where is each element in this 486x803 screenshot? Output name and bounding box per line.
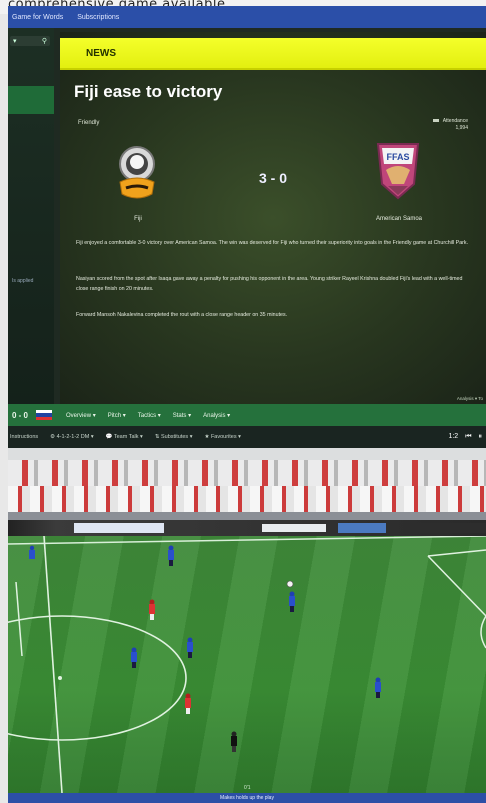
centre-spot	[58, 676, 62, 680]
player-red[interactable]	[149, 599, 155, 621]
ball-icon	[286, 580, 294, 588]
ad-board	[404, 523, 486, 533]
news-section-label: NEWS	[86, 48, 116, 59]
attendance-label: Attendance	[442, 118, 468, 124]
news-paragraph: Forward Mansoh Nakalevina completed the …	[76, 312, 288, 318]
ad-board	[262, 524, 326, 532]
away-team-name: American Samoa	[375, 216, 423, 222]
speed-label[interactable]: 1:2	[448, 433, 458, 441]
sidebar-search[interactable]: ▾ ⚲	[10, 36, 50, 46]
centre-circle	[8, 615, 187, 741]
match-score: 3 - 0	[258, 170, 287, 186]
stadium-stands	[8, 448, 486, 536]
live-score: 0 - 0	[12, 410, 29, 420]
player-blue[interactable]	[29, 545, 35, 559]
penalty-box-line	[427, 549, 486, 557]
player-blue[interactable]	[289, 591, 295, 613]
competition-label: Friendly	[78, 120, 100, 126]
ad-board	[74, 523, 164, 533]
menu-item-subscriptions[interactable]: Subscriptions	[77, 14, 119, 21]
halfway-line	[43, 535, 63, 794]
favourites-label: Favourites ▾	[210, 434, 241, 440]
menu-overview[interactable]: Overview ▾	[66, 412, 96, 419]
team-flag-icon	[36, 410, 53, 420]
chat-icon: 💬	[105, 434, 114, 440]
stadium-roof	[8, 448, 486, 460]
football-pitch[interactable]	[8, 535, 486, 794]
player-blue[interactable]	[168, 545, 174, 567]
news-window: Game for Words Subscriptions ▾ ⚲ Is appl…	[8, 6, 486, 404]
formation-dropdown[interactable]: ⚙ 4-1-2-1-2 DM ▾	[50, 434, 93, 440]
team-talk-button[interactable]: 💬 Team Talk ▾	[106, 434, 143, 440]
home-team-name: Fiji	[134, 216, 142, 222]
attendance-value: 1,994	[455, 125, 468, 131]
substitutes-label: Substitutes ▾	[160, 434, 193, 440]
upper-stand	[8, 460, 486, 486]
advertising-boards	[8, 520, 486, 536]
news-header-bar: NEWS	[60, 38, 486, 70]
player-red[interactable]	[185, 693, 191, 715]
penalty-arc	[480, 615, 486, 649]
menu-analysis[interactable]: Analysis ▾	[203, 412, 230, 419]
favourites-button[interactable]: ★ Favourites ▾	[204, 434, 240, 440]
sidebar: ▾ ⚲ Is applied	[8, 28, 54, 404]
news-panel: NEWS Fiji ease to victory Friendly Atten…	[60, 32, 486, 404]
rewind-icon[interactable]: ⏮	[465, 433, 471, 441]
top-menubar: Game for Words Subscriptions	[8, 6, 486, 28]
match-menubar: 0 - 0 Overview ▾ Pitch ▾ Tactics ▾ Stats…	[8, 404, 486, 426]
playback-controls: 1:2 ⏮ ⏸	[448, 433, 482, 441]
menu-pitch[interactable]: Pitch ▾	[108, 412, 126, 419]
attendance-info: Attendance 1,994	[432, 118, 468, 132]
match-toolbar: Instructions ⚙ 4-1-2-1-2 DM ▾ 💬 Team Tal…	[8, 426, 486, 448]
dropdown-icon: ▾	[13, 38, 17, 45]
app-frame: comprehensive game available Game for Wo…	[0, 0, 486, 803]
news-paragraph: Nasiyan scored from the spot after Isaqa…	[76, 276, 463, 292]
sidebar-label: Is applied	[12, 278, 34, 284]
touchline	[8, 535, 486, 545]
lower-stand	[8, 486, 486, 512]
news-paragraph: Fiji enjoyed a comfortable 3-0 victory o…	[76, 240, 469, 246]
team-talk-label: Team Talk ▾	[113, 434, 143, 440]
search-icon[interactable]: ⚲	[42, 37, 47, 45]
player-referee[interactable]	[231, 731, 237, 753]
player-blue[interactable]	[131, 647, 137, 669]
substitutes-button[interactable]: ⇅ Substitutes ▾	[155, 434, 193, 440]
ad-board	[338, 523, 386, 533]
sidebar-item-active[interactable]	[8, 86, 54, 114]
player-blue[interactable]	[375, 677, 381, 699]
instructions-button[interactable]: Instructions	[10, 434, 38, 440]
formation-label: 4-1-2-1-2 DM ▾	[56, 434, 94, 440]
american-samoa-badge-icon[interactable]: FFAS	[374, 140, 422, 202]
match-window: 0 - 0 Overview ▾ Pitch ▾ Tactics ▾ Stats…	[8, 404, 486, 803]
menu-item-words[interactable]: Game for Words	[12, 14, 63, 21]
menu-stats[interactable]: Stats ▾	[173, 412, 191, 419]
player-blue[interactable]	[187, 637, 193, 659]
match-minute: 0'1	[244, 785, 251, 791]
penalty-box-line	[427, 555, 486, 617]
menu-tactics[interactable]: Tactics ▾	[138, 412, 161, 419]
commentary-bar: Makes holds up the play	[8, 793, 486, 803]
pause-icon[interactable]: ⏸	[479, 433, 483, 441]
ffas-badge-text: FFAS	[386, 152, 409, 162]
pitch-markings	[8, 535, 486, 794]
stadium-icon	[432, 119, 439, 123]
analysis-link[interactable]: Analysis ▾ To	[454, 394, 486, 404]
news-headline: Fiji ease to victory	[74, 82, 223, 101]
